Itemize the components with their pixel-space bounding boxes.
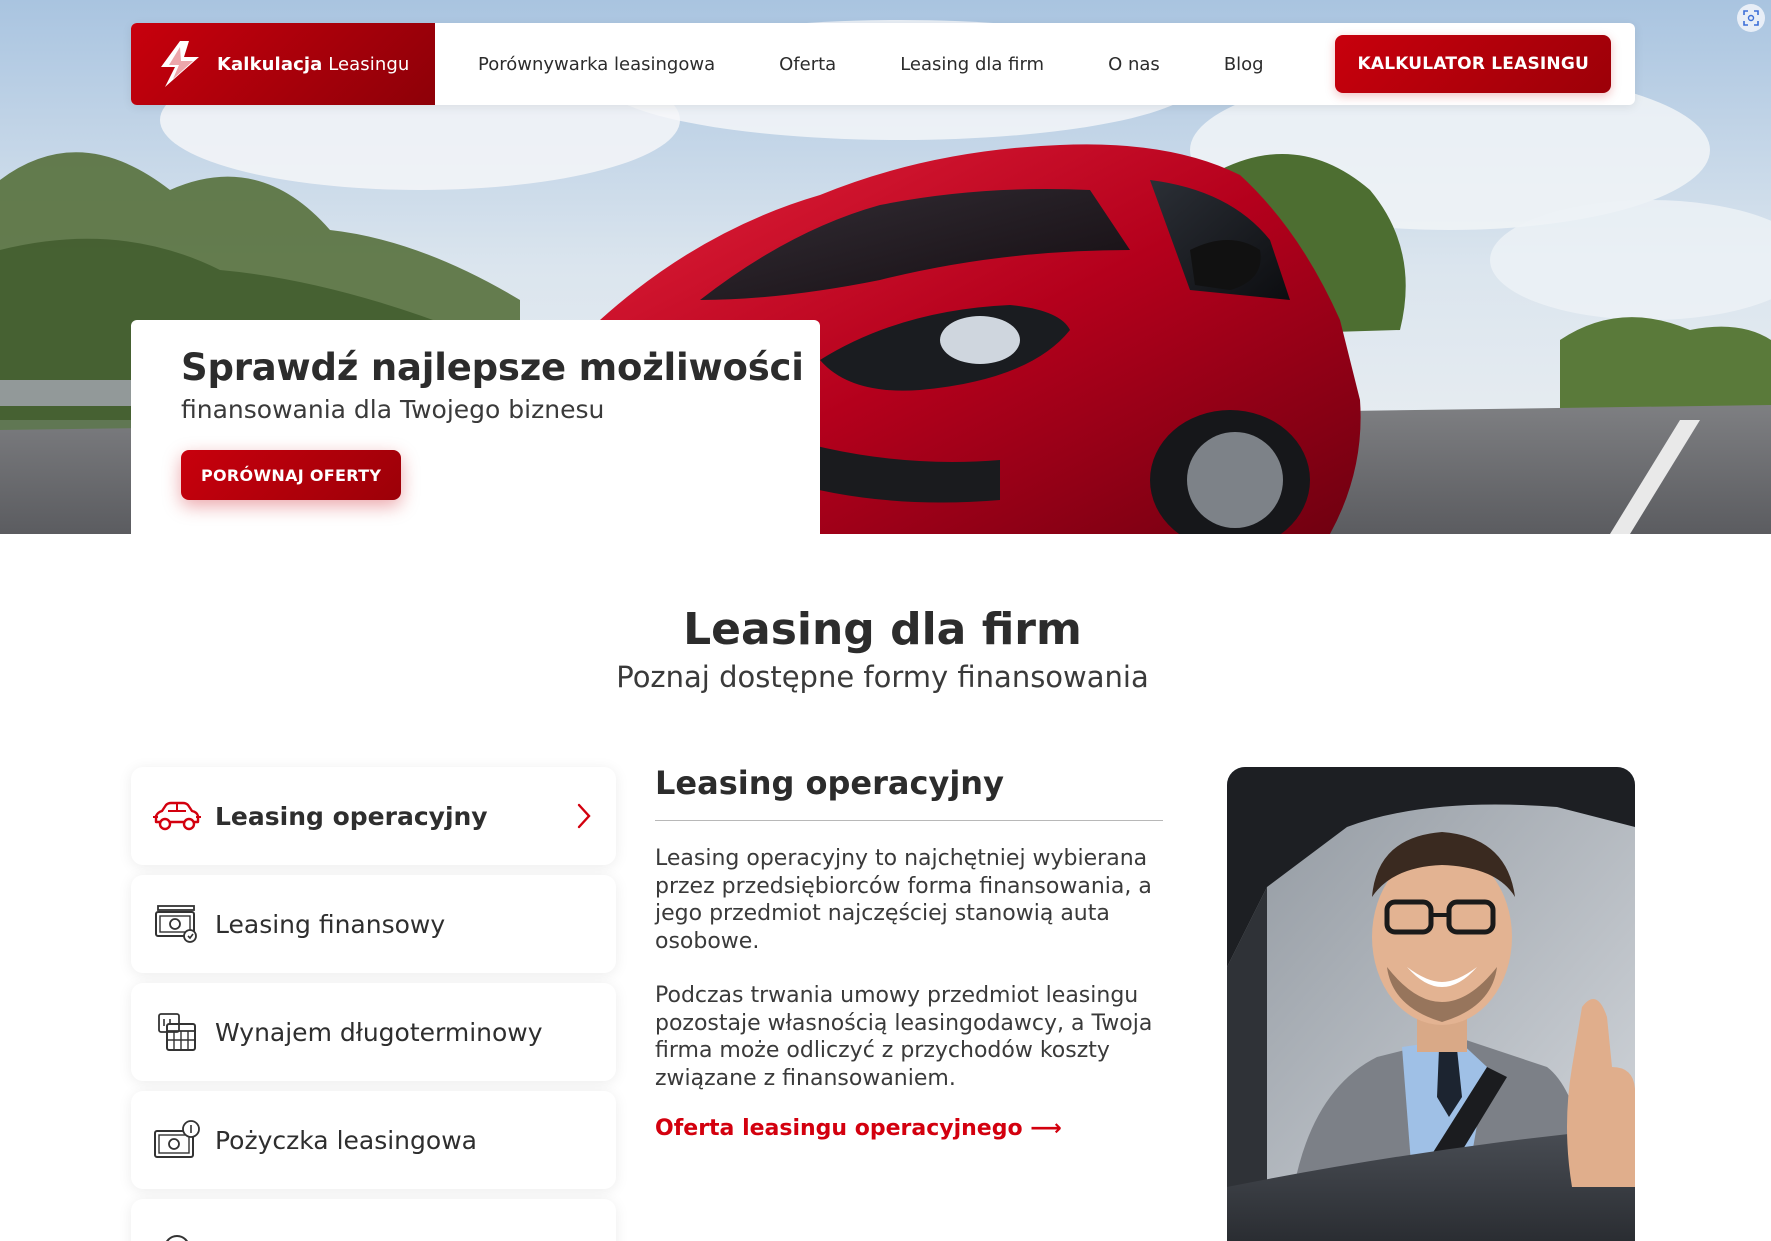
top-navbar: Kalkulacja Leasingu Porównywarka leasing…	[131, 23, 1635, 105]
menu-item-partial[interactable]	[131, 1199, 616, 1241]
brand-name: Kalkulacja Leasingu	[217, 53, 410, 75]
arrow-right-icon: ⟶	[1030, 1116, 1062, 1141]
section-subtitle: Poznaj dostępne formy finansowania	[616, 660, 1149, 694]
smiling-man-photo-illustration	[1227, 767, 1635, 1241]
calendar-icon	[151, 1006, 203, 1058]
nav-link-blog[interactable]: Blog	[1224, 54, 1264, 75]
chevron-right-icon	[577, 803, 591, 829]
money-bill-icon	[151, 898, 203, 950]
screenshot-scan-icon[interactable]	[1737, 4, 1765, 32]
hero-card: Sprawdź najlepsze możliwości finansowani…	[131, 320, 820, 534]
nav-links: Porównywarka leasingowa Oferta Leasing d…	[478, 23, 1264, 105]
link-label: Oferta leasingu operacyjnego	[655, 1116, 1023, 1141]
menu-item-label: Pożyczka leasingowa	[215, 1125, 477, 1155]
cash-coin-icon	[151, 1114, 203, 1166]
compare-offers-button[interactable]: PORÓWNAJ OFERTY	[181, 450, 402, 500]
content-paragraph-2: Podczas trwania umowy przedmiot leasingu…	[655, 983, 1153, 1091]
calculator-button[interactable]: KALKULATOR LEASINGU	[1335, 35, 1611, 93]
hero-title: Sprawdź najlepsze możliwości	[181, 346, 804, 389]
brand-logo-link[interactable]: Kalkulacja Leasingu	[131, 23, 435, 105]
hero-subtitle: finansowania dla Twojego biznesu	[181, 395, 605, 424]
car-icon	[151, 790, 203, 842]
nav-link-porownywarka[interactable]: Porównywarka leasingowa	[478, 54, 715, 75]
content-paragraph-1: Leasing operacyjny to najchętniej wybier…	[655, 846, 1152, 954]
content-title: Leasing operacyjny	[655, 764, 1004, 802]
menu-item-label: Leasing operacyjny	[215, 801, 488, 831]
menu-item-wynajem-dlugoterminowy[interactable]: Wynajem długoterminowy	[131, 983, 616, 1081]
nav-link-leasing-dla-firm[interactable]: Leasing dla firm	[900, 54, 1044, 75]
content-divider	[655, 820, 1163, 821]
menu-item-leasing-operacyjny[interactable]: Leasing operacyjny	[131, 767, 616, 865]
partial-icon	[151, 1222, 203, 1241]
brand-logo-icon	[161, 41, 199, 87]
section-title: Leasing dla firm	[683, 604, 1082, 655]
man-in-car-photo	[1227, 767, 1635, 1241]
nav-link-oferta[interactable]: Oferta	[779, 54, 836, 75]
menu-item-leasing-finansowy[interactable]: Leasing finansowy	[131, 875, 616, 973]
menu-item-pozyczka-leasingowa[interactable]: Pożyczka leasingowa	[131, 1091, 616, 1189]
menu-item-label: Wynajem długoterminowy	[215, 1017, 543, 1047]
menu-item-label: Leasing finansowy	[215, 909, 446, 939]
nav-link-o-nas[interactable]: O nas	[1108, 54, 1160, 75]
operating-leasing-offer-link[interactable]: Oferta leasingu operacyjnego ⟶	[655, 1116, 1062, 1141]
